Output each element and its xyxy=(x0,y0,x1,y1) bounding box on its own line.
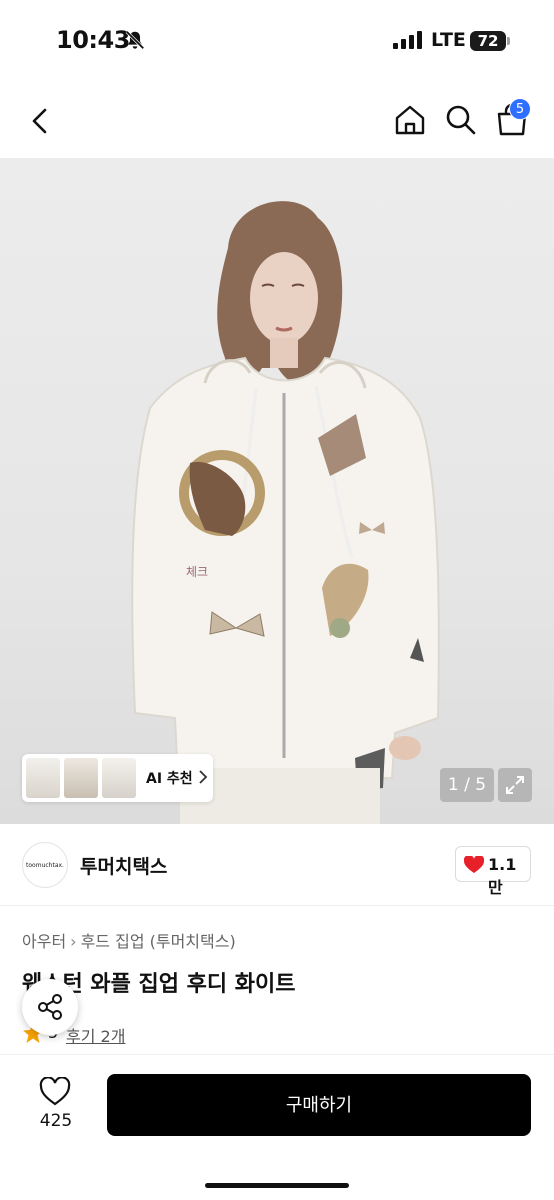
ai-recommend-label: AI 추천 xyxy=(146,771,193,787)
status-time: 10:43 xyxy=(56,26,130,54)
cart-button[interactable]: 5 xyxy=(494,98,531,138)
hoodie-print-text: 체크 xyxy=(186,565,208,579)
heart-outline-icon xyxy=(39,1077,71,1106)
home-indicator xyxy=(205,1183,349,1188)
brand-like-count: 1.1만 xyxy=(488,855,517,897)
product-photo: 체크 xyxy=(131,201,440,824)
image-counter: 1 / 5 xyxy=(440,768,494,802)
breadcrumb-category[interactable]: 아우터 xyxy=(22,932,66,951)
brand-name[interactable]: 투머치택스 xyxy=(80,852,167,879)
cart-count-badge: 5 xyxy=(509,98,531,120)
signal-icon xyxy=(393,31,422,49)
battery-icon: 72 xyxy=(470,31,510,51)
expand-button[interactable] xyxy=(498,768,532,802)
home-icon[interactable] xyxy=(392,102,428,138)
wishlist-count: 425 xyxy=(39,1111,73,1131)
heart-icon xyxy=(464,856,484,873)
brand-like-button[interactable]: 1.1만 xyxy=(455,846,531,897)
brand-row: toomuchtax. 투머치택스 1.1만 xyxy=(0,824,554,906)
share-icon xyxy=(38,994,62,1020)
top-nav: 5 xyxy=(0,82,554,158)
chevron-right-icon xyxy=(199,770,208,784)
share-button[interactable] xyxy=(22,979,78,1035)
bell-slash-icon xyxy=(125,30,145,50)
battery-level: 72 xyxy=(477,32,499,50)
breadcrumb-subcategory[interactable]: 후드 집업 (투머치택스) xyxy=(81,932,236,951)
bottom-action-bar: 425 구매하기 xyxy=(0,1054,554,1200)
thumbnail-3[interactable] xyxy=(102,758,136,798)
wishlist-button[interactable]: 425 xyxy=(30,1075,82,1135)
thumbnail-2[interactable] xyxy=(64,758,98,798)
chevron-left-icon[interactable] xyxy=(24,104,58,138)
chevron-right-icon: › xyxy=(70,932,77,951)
brand-logo[interactable]: toomuchtax. xyxy=(22,842,68,888)
network-type: LTE xyxy=(431,29,466,51)
search-icon[interactable] xyxy=(443,102,479,138)
reviews-link[interactable]: 후기 2개 xyxy=(66,1023,125,1047)
ai-recommend-strip[interactable]: AI 추천 xyxy=(22,754,213,802)
buy-button[interactable]: 구매하기 xyxy=(107,1074,531,1136)
expand-icon xyxy=(506,776,524,794)
product-image-gallery[interactable]: 체크 AI 추천 1 / 5 xyxy=(0,158,554,824)
breadcrumb: 아우터 › 후드 집업 (투머치택스) xyxy=(22,928,236,952)
thumbnail-1[interactable] xyxy=(26,758,60,798)
status-bar: 10:43 LTE 72 xyxy=(0,0,554,82)
